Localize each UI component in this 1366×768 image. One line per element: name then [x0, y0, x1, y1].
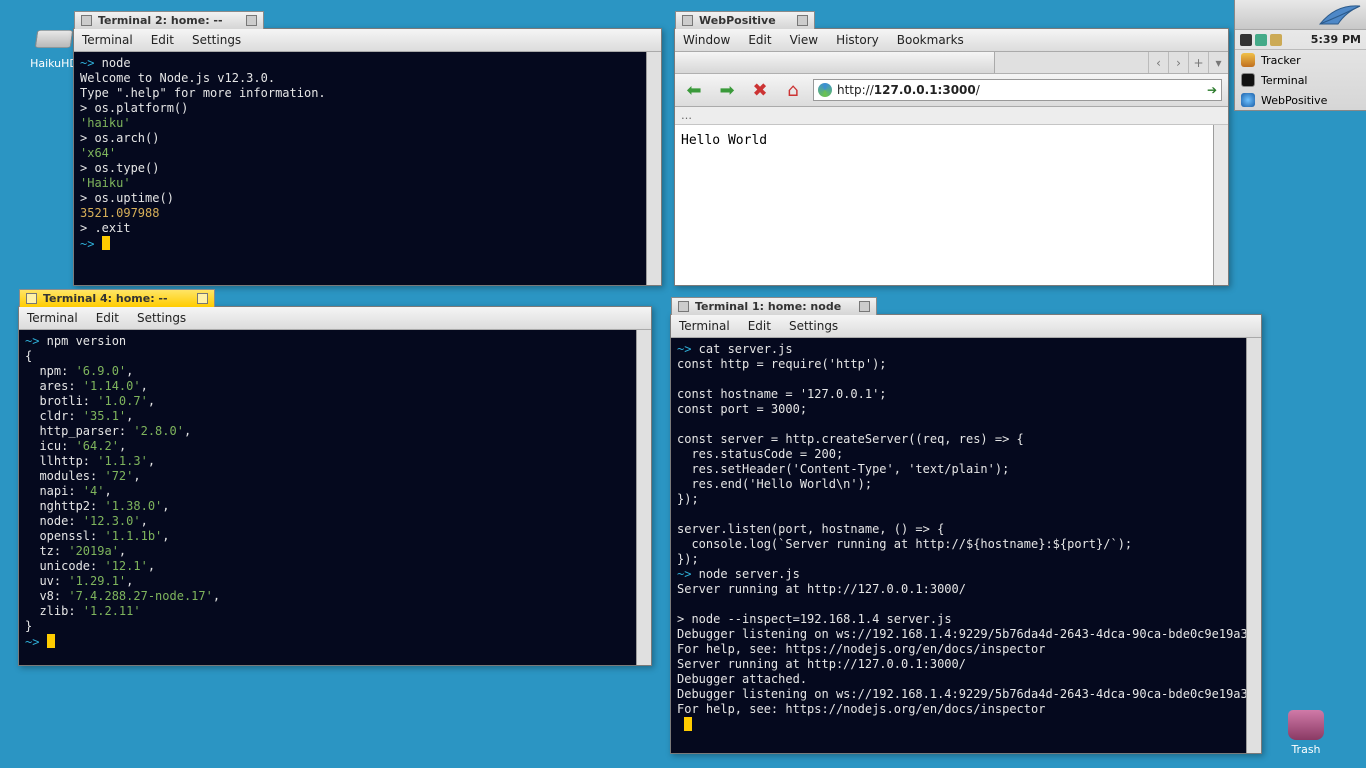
clock[interactable]: 5:39 PM — [1311, 33, 1361, 46]
page-text: Hello World — [681, 133, 767, 148]
url-text[interactable]: http://127.0.0.1:3000/ — [837, 83, 1202, 97]
menu-settings[interactable]: Settings — [137, 311, 186, 325]
menubar: Terminal Edit Settings — [671, 315, 1261, 338]
window-tab[interactable]: Terminal 1: home: node — [671, 297, 877, 315]
tray: 5:39 PM — [1235, 30, 1366, 50]
task-label: Tracker — [1261, 54, 1301, 67]
scrollbar[interactable] — [1246, 338, 1261, 753]
webpositive-icon — [1241, 93, 1255, 107]
window-tab[interactable]: Terminal 2: home: -- — [74, 11, 264, 29]
menu-terminal[interactable]: Terminal — [82, 33, 133, 47]
window-title: Terminal 4: home: -- — [43, 292, 168, 305]
menu-window[interactable]: Window — [683, 33, 730, 47]
scrollbar[interactable] — [636, 330, 651, 665]
desktop-trash-label: Trash — [1276, 743, 1336, 756]
tray-icon[interactable] — [1270, 34, 1282, 46]
browser-toolbar: ⬅ ➡ ✖ ⌂ http://127.0.0.1:3000/ ➔ — [675, 74, 1228, 107]
window-tab[interactable]: WebPositive — [675, 11, 815, 29]
close-icon[interactable] — [81, 15, 92, 26]
close-icon[interactable] — [678, 301, 689, 312]
go-icon[interactable]: ➔ — [1207, 83, 1217, 97]
task-tracker[interactable]: Tracker — [1235, 50, 1366, 70]
tray-icon[interactable] — [1240, 34, 1252, 46]
menu-settings[interactable]: Settings — [789, 319, 838, 333]
terminal-1-window[interactable]: Terminal 1: home: node Terminal Edit Set… — [670, 314, 1262, 754]
window-title: Terminal 1: home: node — [695, 300, 841, 313]
menu-edit[interactable]: Edit — [151, 33, 174, 47]
menubar: Terminal Edit Settings — [19, 307, 651, 330]
terminal-output[interactable]: ~> cat server.js const http = require('h… — [671, 338, 1261, 753]
url-suffix: / — [976, 83, 980, 97]
desktop-trash-icon[interactable]: Trash — [1276, 710, 1336, 756]
scrollbar[interactable] — [1213, 125, 1228, 285]
window-title: Terminal 2: home: -- — [98, 14, 223, 27]
back-icon[interactable]: ⬅ — [681, 78, 707, 102]
window-tab[interactable]: Terminal 4: home: -- — [19, 289, 215, 307]
stop-icon[interactable]: ✖ — [747, 78, 773, 102]
zoom-icon[interactable] — [197, 293, 208, 304]
menubar: Terminal Edit Settings — [74, 29, 661, 52]
zoom-icon[interactable] — [797, 15, 808, 26]
trash-icon — [1288, 710, 1324, 740]
zoom-icon[interactable] — [246, 15, 257, 26]
url-bar[interactable]: http://127.0.0.1:3000/ ➔ — [813, 79, 1222, 101]
menu-edit[interactable]: Edit — [96, 311, 119, 325]
terminal-4-window[interactable]: Terminal 4: home: -- Terminal Edit Setti… — [18, 306, 652, 666]
tab-menu-icon[interactable]: ▾ — [1208, 52, 1228, 73]
task-label: WebPositive — [1261, 94, 1327, 107]
terminal-output[interactable]: ~> npm version { npm: '6.9.0', ares: '1.… — [19, 330, 651, 665]
task-label: Terminal — [1261, 74, 1308, 87]
home-icon[interactable]: ⌂ — [780, 78, 806, 102]
menu-terminal[interactable]: Terminal — [679, 319, 730, 333]
menu-edit[interactable]: Edit — [748, 33, 771, 47]
url-host: 127.0.0.1:3000 — [874, 83, 976, 97]
window-title: WebPositive — [699, 14, 776, 27]
tray-icon[interactable] — [1255, 34, 1267, 46]
terminal-2-window[interactable]: Terminal 2: home: -- Terminal Edit Setti… — [73, 28, 662, 286]
status-bar: … — [675, 107, 1228, 125]
menu-edit[interactable]: Edit — [748, 319, 771, 333]
tab-scroll-left-icon[interactable]: ‹ — [1148, 52, 1168, 73]
leaf-menu[interactable] — [1235, 0, 1366, 30]
forward-icon[interactable]: ➡ — [714, 78, 740, 102]
tracker-icon — [1241, 53, 1255, 67]
menu-history[interactable]: History — [836, 33, 879, 47]
close-icon[interactable] — [26, 293, 37, 304]
terminal-icon — [1241, 73, 1255, 87]
browser-tab[interactable] — [675, 52, 995, 73]
new-tab-icon[interactable]: + — [1188, 52, 1208, 73]
deskbar[interactable]: 5:39 PM Tracker Terminal WebPositive — [1234, 0, 1366, 111]
status-text: … — [681, 109, 692, 122]
globe-icon — [818, 83, 832, 97]
url-prefix: http:// — [837, 83, 874, 97]
scrollbar[interactable] — [646, 52, 661, 285]
browser-tabs-row: ‹ › + ▾ — [675, 52, 1228, 74]
leaf-icon — [1318, 2, 1362, 28]
page-content: Hello World — [675, 125, 1228, 285]
terminal-output[interactable]: ~> node Welcome to Node.js v12.3.0. Type… — [74, 52, 661, 285]
task-terminal[interactable]: Terminal — [1235, 70, 1366, 90]
task-webpositive[interactable]: WebPositive — [1235, 90, 1366, 110]
webpositive-window[interactable]: WebPositive Window Edit View History Boo… — [674, 28, 1229, 286]
zoom-icon[interactable] — [859, 301, 870, 312]
menu-view[interactable]: View — [790, 33, 818, 47]
tab-scroll-right-icon[interactable]: › — [1168, 52, 1188, 73]
harddrive-icon — [35, 30, 74, 48]
menubar: Window Edit View History Bookmarks — [675, 29, 1228, 52]
close-icon[interactable] — [682, 15, 693, 26]
menu-settings[interactable]: Settings — [192, 33, 241, 47]
menu-terminal[interactable]: Terminal — [27, 311, 78, 325]
menu-bookmarks[interactable]: Bookmarks — [897, 33, 964, 47]
